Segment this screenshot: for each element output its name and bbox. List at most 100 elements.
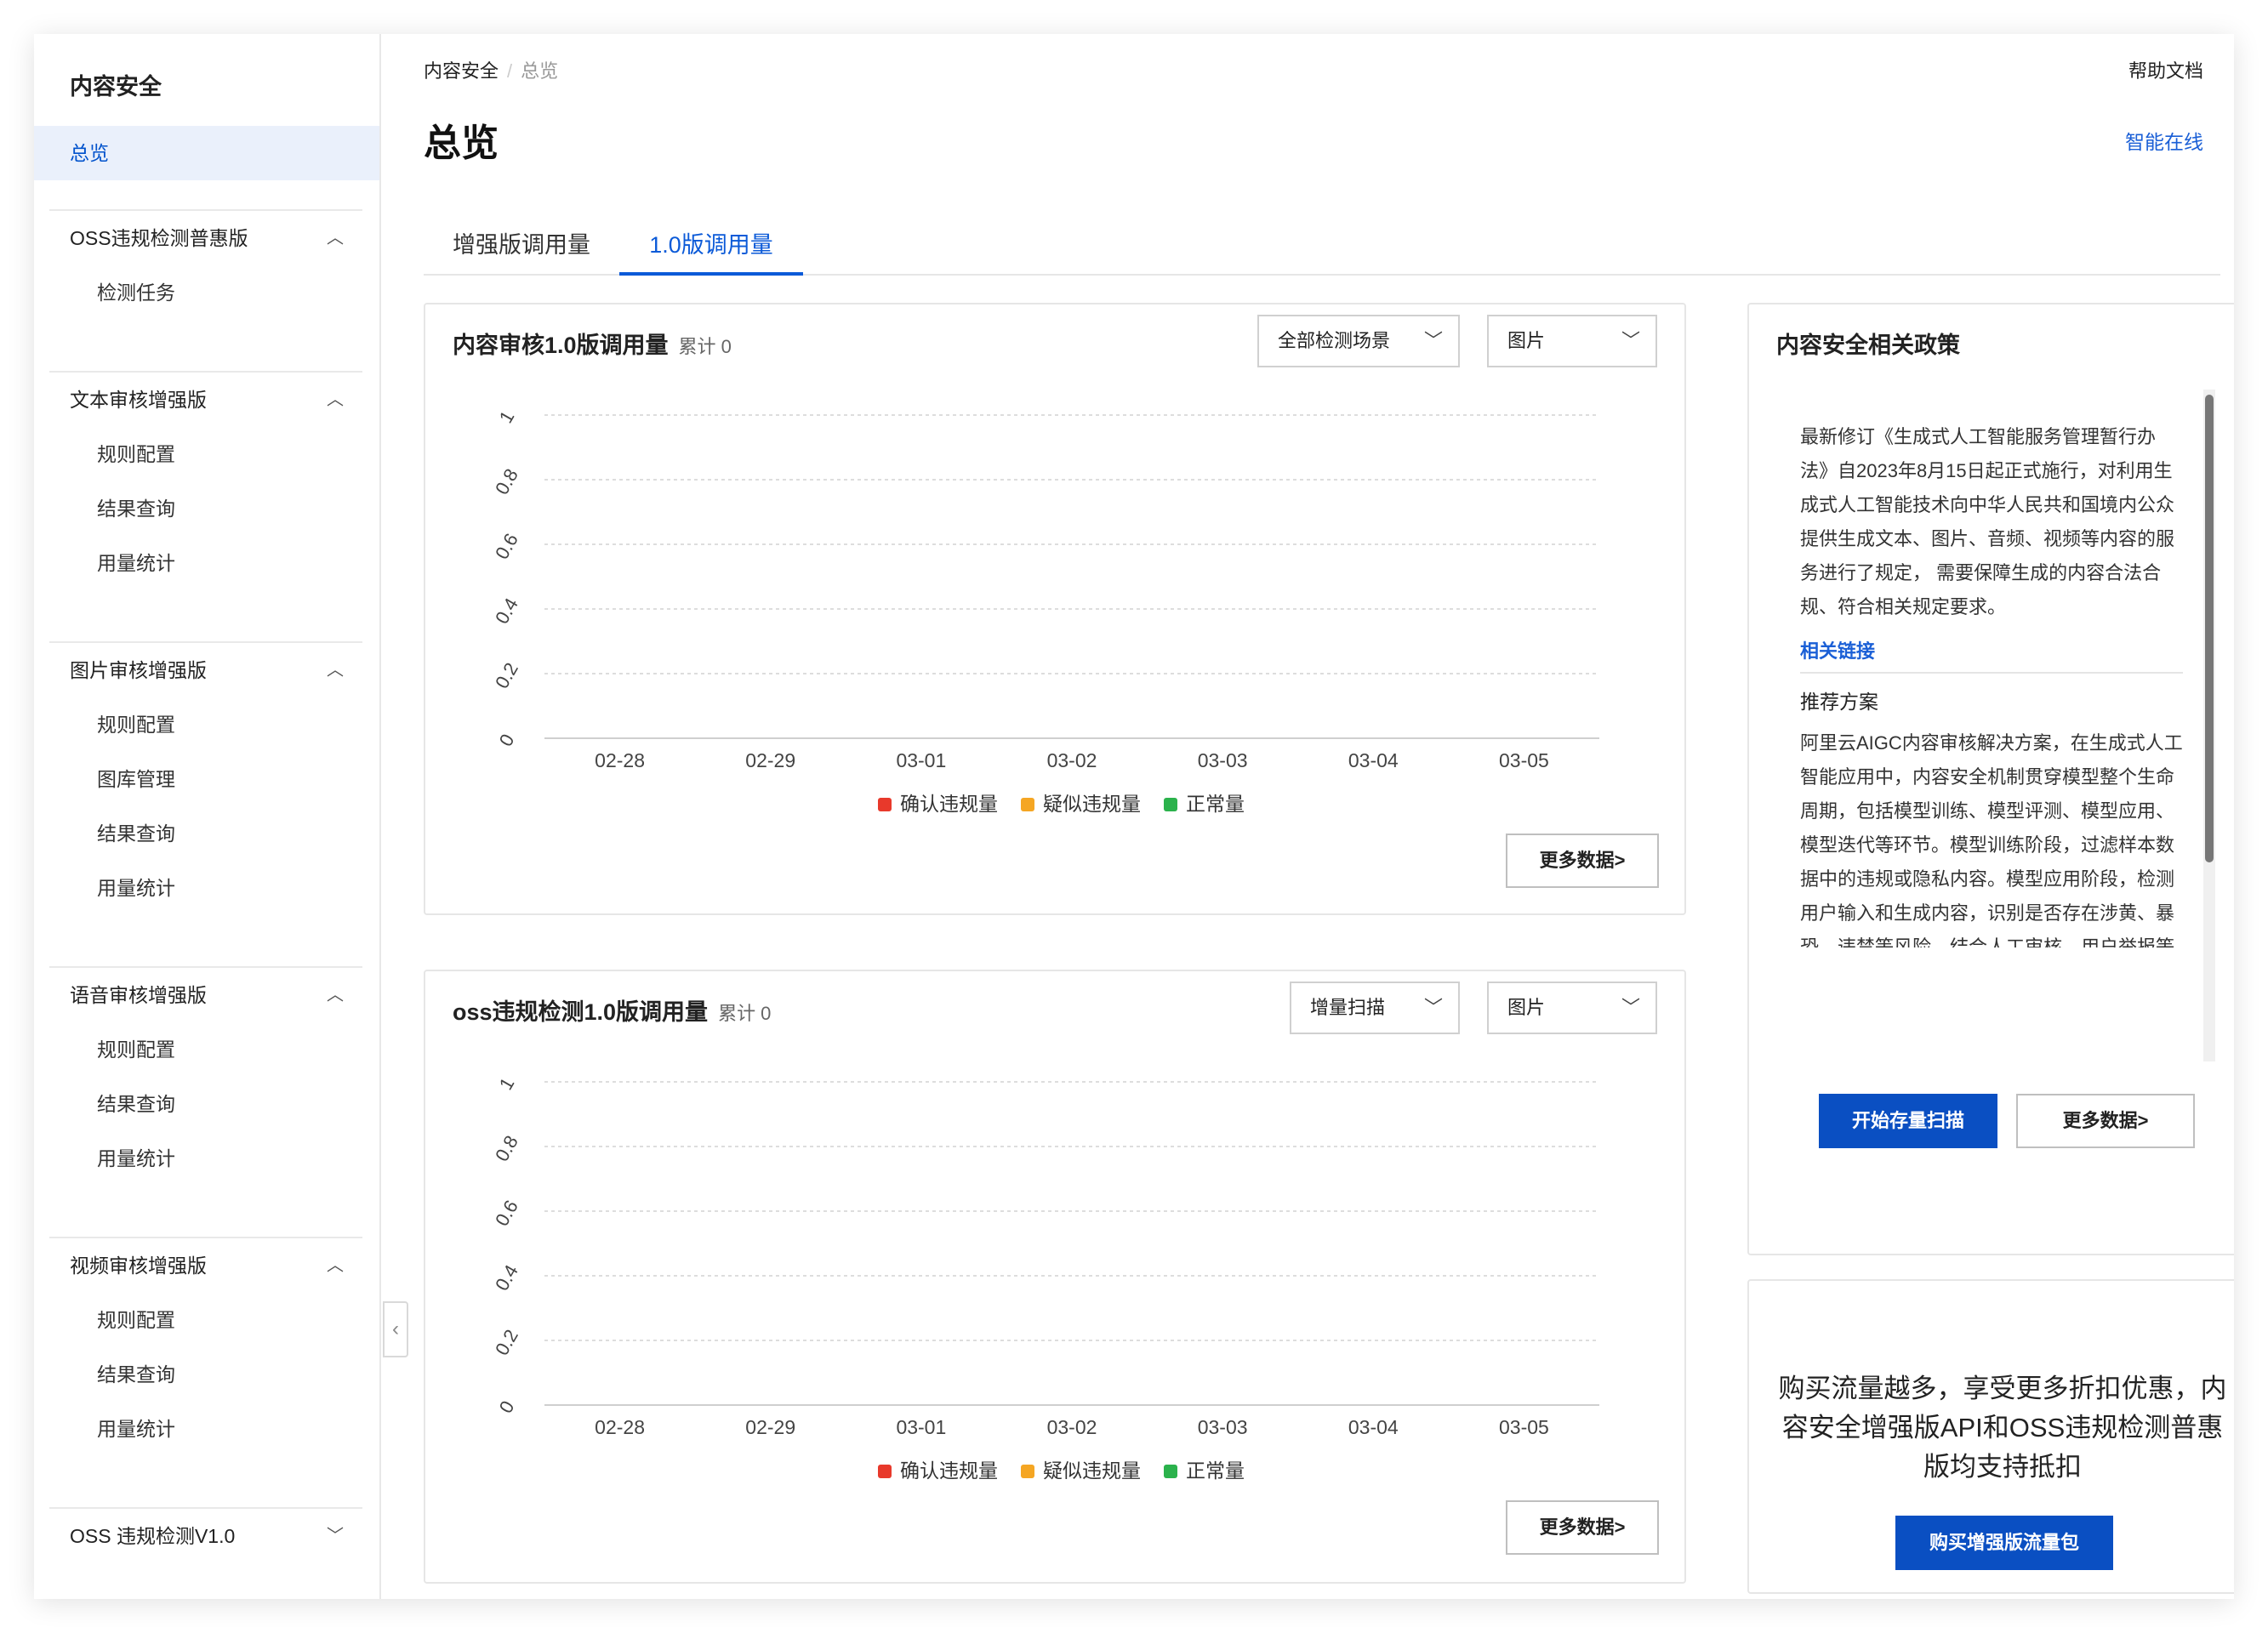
sidebar-item[interactable]: 结果查询 — [49, 1077, 362, 1131]
sidebar: 内容安全 总览 OSS违规检测普惠版 ︿ 检测任务 文本审核增强版 ︿ 规则配置… — [34, 34, 381, 1599]
page-title: 总览 — [424, 122, 499, 164]
y-tick-label: 0.8 — [491, 1132, 522, 1165]
tab-enhanced-usage[interactable]: 增强版调用量 — [424, 221, 619, 276]
sidebar-item[interactable]: 规则配置 — [49, 427, 362, 481]
media-type-select[interactable]: 图片 ﹀ — [1487, 315, 1657, 367]
chevron-up-icon: ︿ — [327, 661, 344, 680]
tab-bar: 增强版调用量 1.0版调用量 — [424, 221, 2220, 276]
tab-v1-usage[interactable]: 1.0版调用量 — [619, 221, 803, 276]
sidebar-item[interactable]: 规则配置 — [49, 1293, 362, 1347]
chevron-up-icon: ︿ — [327, 986, 344, 1004]
sidebar-group-head[interactable]: 视频审核增强版 ︿ — [49, 1238, 362, 1293]
app-frame: 内容安全 总览 OSS违规检测普惠版 ︿ 检测任务 文本审核增强版 ︿ 规则配置… — [34, 34, 2234, 1599]
sidebar-group-image: 图片审核增强版 ︿ 规则配置 图库管理 结果查询 用量统计 — [49, 641, 362, 915]
x-tick-label: 03-04 — [1348, 749, 1399, 771]
chevron-down-icon: ﹀ — [1621, 997, 1640, 1018]
promo-text: 购买流量越多，享受更多折扣优惠，内容安全增强版API和OSS违规检测普惠版均支持… — [1778, 1374, 2227, 1482]
usage-line-chart: 0 0.2 0.4 0.6 0.8 1 02-28 02-29 03-01 03-02 03-03 0… — [491, 1074, 1599, 1482]
legend-swatch — [878, 1465, 892, 1478]
chart-card-content-review: 内容审核1.0版调用量 累计 0 全部检测场景 ﹀ 图片 ﹀ 0 0.2 0.4 0.6… — [424, 303, 1686, 915]
legend-label: 正常量 — [1186, 793, 1245, 815]
x-tick-label: 02-28 — [595, 1416, 645, 1438]
chevron-up-icon: ︿ — [327, 390, 344, 409]
card-title: 内容审核1.0版调用量 累计 0 — [453, 333, 732, 358]
scan-type-select[interactable]: 增量扫描 ﹀ — [1290, 982, 1460, 1034]
legend-label: 确认违规量 — [900, 1459, 998, 1482]
chart-card-oss-detection: oss违规检测1.0版调用量 累计 0 增量扫描 ﹀ 图片 ﹀ 0 0.2 0.4 0.… — [424, 970, 1686, 1584]
breadcrumb-current: 总览 — [521, 60, 559, 82]
recommend-paragraph: 阿里云AIGC内容审核解决方案，在生成式人工智能应用中，内容安全机制贯穿模型整个… — [1800, 732, 2183, 947]
help-docs-link[interactable]: 帮助文档 — [2128, 56, 2203, 83]
sidebar-group-head[interactable]: OSS 违规检测V1.0 ﹀ — [49, 1509, 362, 1563]
sidebar-item[interactable]: 规则配置 — [49, 1022, 362, 1077]
smart-online-link[interactable]: 智能在线 — [2125, 126, 2203, 155]
recommend-title: 推荐方案 — [1800, 691, 1878, 713]
sidebar-item[interactable]: 结果查询 — [49, 1347, 362, 1402]
x-tick-label: 03-03 — [1198, 1416, 1248, 1438]
y-tick-label: 1 — [495, 1074, 519, 1094]
sidebar-group-head[interactable]: 语音审核增强版 ︿ — [49, 968, 362, 1022]
legend-swatch — [1021, 798, 1034, 811]
chevron-left-icon: ‹ — [392, 1317, 399, 1340]
sidebar-group-oss-basic: OSS违规检测普惠版 ︿ 检测任务 — [49, 209, 362, 320]
more-data-button[interactable]: 更多数据> — [1506, 1500, 1659, 1555]
legend-swatch — [1164, 1465, 1177, 1478]
sidebar-group-head[interactable]: OSS违规检测普惠版 ︿ — [49, 211, 362, 265]
sidebar-item[interactable]: 规则配置 — [49, 697, 362, 752]
policy-card: 内容安全相关政策 最新修订《生成式人工智能服务管理暂行办法》自2023年8月15… — [1747, 303, 2234, 1255]
breadcrumb-root[interactable]: 内容安全 — [424, 60, 499, 82]
sidebar-group-video: 视频审核增强版 ︿ 规则配置 结果查询 用量统计 — [49, 1237, 362, 1456]
policy-more-data-button[interactable]: 更多数据> — [2016, 1094, 2195, 1148]
x-tick-label: 03-03 — [1198, 749, 1248, 771]
chevron-down-icon: ﹀ — [327, 1527, 344, 1545]
buy-traffic-package-button[interactable]: 购买增强版流量包 — [1895, 1516, 2113, 1570]
sidebar-item-overview[interactable]: 总览 — [34, 126, 379, 180]
y-tick-label: 1 — [495, 407, 519, 427]
breadcrumb: 内容安全 / 总览 — [424, 60, 559, 82]
scene-select[interactable]: 全部检测场景 ﹀ — [1257, 315, 1460, 367]
sidebar-group-head[interactable]: 图片审核增强版 ︿ — [49, 643, 362, 697]
legend-label: 正常量 — [1186, 1459, 1245, 1482]
chevron-down-icon: ﹀ — [1621, 330, 1640, 351]
sidebar-group-oss-v1: OSS 违规检测V1.0 ﹀ — [49, 1507, 362, 1563]
x-tick-label: 03-05 — [1499, 749, 1549, 771]
policy-paragraph: 最新修订《生成式人工智能服务管理暂行办法》自2023年8月15日起正式施行，对利… — [1800, 426, 2175, 617]
legend-label: 疑似违规量 — [1043, 793, 1141, 815]
legend-swatch — [878, 798, 892, 811]
x-tick-label: 03-01 — [896, 1416, 946, 1438]
y-tick-label: 0 — [495, 731, 519, 750]
x-tick-label: 03-02 — [1047, 1416, 1097, 1438]
legend-label: 疑似违规量 — [1043, 1459, 1141, 1482]
legend-label: 确认违规量 — [900, 793, 998, 815]
y-tick-label: 0 — [495, 1397, 519, 1417]
card-total: 累计 0 — [718, 1003, 772, 1024]
sidebar-item[interactable]: 图库管理 — [49, 752, 362, 806]
promo-card: 购买流量越多，享受更多折扣优惠，内容安全增强版API和OSS违规检测普惠版均支持… — [1747, 1279, 2234, 1594]
media-type-select[interactable]: 图片 ﹀ — [1487, 982, 1657, 1034]
card-total: 累计 0 — [678, 336, 732, 357]
y-tick-label: 0.2 — [491, 659, 522, 692]
collapse-sidebar-button[interactable]: ‹ — [383, 1301, 408, 1357]
y-tick-label: 0.2 — [491, 1326, 522, 1359]
sidebar-item[interactable]: 结果查询 — [49, 806, 362, 861]
policy-scroll-area[interactable]: 最新修订《生成式人工智能服务管理暂行办法》自2023年8月15日起正式施行，对利… — [1800, 420, 2183, 947]
start-stock-scan-button[interactable]: 开始存量扫描 — [1819, 1094, 1997, 1148]
x-tick-label: 03-05 — [1499, 1416, 1549, 1438]
sidebar-group-head[interactable]: 文本审核增强版 ︿ — [49, 373, 362, 427]
x-tick-label: 02-29 — [745, 1416, 795, 1438]
sidebar-item[interactable]: 用量统计 — [49, 1402, 362, 1456]
scrollbar-thumb[interactable] — [2205, 395, 2214, 862]
sidebar-item[interactable]: 检测任务 — [49, 265, 362, 320]
x-tick-label: 03-04 — [1348, 1416, 1399, 1438]
related-link[interactable]: 相关链接 — [1800, 636, 2183, 663]
sidebar-item[interactable]: 结果查询 — [49, 481, 362, 536]
scrollbar[interactable] — [2203, 390, 2215, 1061]
divider — [1800, 672, 2183, 674]
legend-swatch — [1021, 1465, 1034, 1478]
sidebar-item[interactable]: 用量统计 — [49, 861, 362, 915]
sidebar-item[interactable]: 用量统计 — [49, 536, 362, 590]
policy-title: 内容安全相关政策 — [1776, 333, 1960, 358]
more-data-button[interactable]: 更多数据> — [1506, 834, 1659, 888]
y-tick-label: 0.4 — [491, 595, 522, 628]
sidebar-item[interactable]: 用量统计 — [49, 1131, 362, 1186]
